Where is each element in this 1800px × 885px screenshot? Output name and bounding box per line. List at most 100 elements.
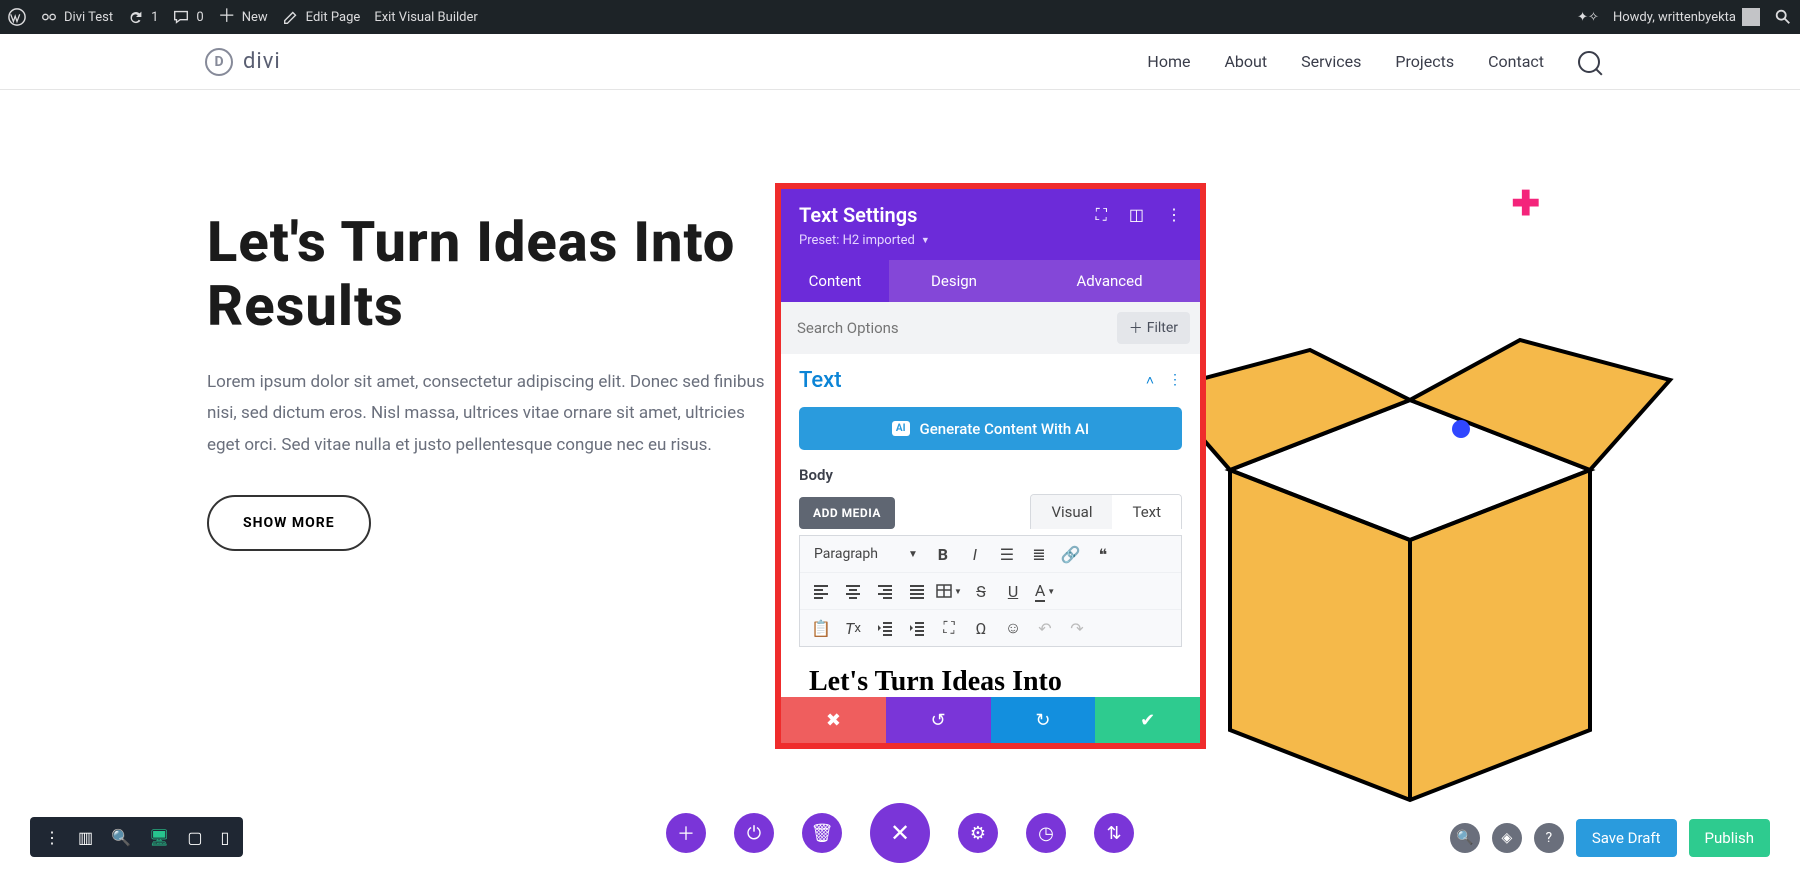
logo-mark-icon: D xyxy=(205,48,233,76)
editor-content[interactable]: Let's Turn Ideas Into xyxy=(799,647,1182,694)
link-icon[interactable]: 🔗 xyxy=(1056,540,1086,568)
panel-more-icon[interactable]: ⋮ xyxy=(1166,205,1182,225)
filter-button[interactable]: ＋ Filter xyxy=(1117,312,1190,344)
bold-icon[interactable]: B xyxy=(928,540,958,568)
exit-label: Exit Visual Builder xyxy=(374,10,477,25)
panel-preset[interactable]: Preset: H2 imported ▼ xyxy=(799,233,1182,248)
add-orb-button[interactable]: ＋ xyxy=(666,813,706,853)
align-right-icon[interactable] xyxy=(870,577,900,605)
tab-design[interactable]: Design xyxy=(889,260,1019,302)
ai-badge-icon: AI xyxy=(892,421,910,436)
publish-button[interactable]: Publish xyxy=(1689,819,1770,857)
admin-exit-vb[interactable]: Exit Visual Builder xyxy=(374,10,477,25)
number-list-icon[interactable]: ≣ xyxy=(1024,540,1054,568)
save-draft-button[interactable]: Save Draft xyxy=(1576,819,1677,857)
redo-icon[interactable]: ↷ xyxy=(1062,614,1092,642)
panel-accept-button[interactable]: ✔ xyxy=(1095,697,1200,743)
layers-circle-icon[interactable]: ◈ xyxy=(1492,823,1522,853)
paste-icon[interactable]: 📋 xyxy=(806,614,836,642)
admin-updates[interactable]: 1 xyxy=(127,8,158,26)
site-header: D divi Home About Services Projects Cont… xyxy=(0,34,1800,90)
dock-more-icon[interactable]: ⋮ xyxy=(44,828,60,847)
underline-icon[interactable]: U xyxy=(998,577,1028,605)
avatar xyxy=(1742,8,1760,26)
columns-icon[interactable]: ◫ xyxy=(1129,205,1144,225)
edit-label: Edit Page xyxy=(306,10,361,25)
indent-icon[interactable] xyxy=(902,614,932,642)
nav-about[interactable]: About xyxy=(1224,52,1267,71)
text-tab[interactable]: Text xyxy=(1112,495,1181,529)
wp-admin-bar: Divi Test 1 0 ＋ New Edit Page Exit Visua… xyxy=(0,0,1800,34)
phone-icon[interactable]: ▯ xyxy=(220,828,229,847)
nav-services[interactable]: Services xyxy=(1301,52,1361,71)
zoom-icon[interactable]: 🔍 xyxy=(111,828,131,847)
close-orb-button[interactable]: ✕ xyxy=(870,803,930,863)
nav-search-icon[interactable] xyxy=(1578,51,1600,73)
chevron-down-icon: ▼ xyxy=(921,235,930,246)
table-icon[interactable]: ▼ xyxy=(934,577,964,605)
admin-howdy[interactable]: Howdy, writtenbyekta xyxy=(1613,8,1760,26)
tab-advanced[interactable]: Advanced xyxy=(1019,260,1200,302)
power-orb-button[interactable]: ⏻ xyxy=(734,813,774,853)
trash-orb-button[interactable]: 🗑 xyxy=(802,813,842,853)
text-color-icon[interactable]: A▼ xyxy=(1030,577,1060,605)
admin-search-icon[interactable] xyxy=(1774,8,1792,26)
emoji-icon[interactable]: ☺ xyxy=(998,614,1028,642)
bullet-list-icon[interactable]: ☰ xyxy=(992,540,1022,568)
expand-icon[interactable]: ⛶ xyxy=(1096,205,1107,225)
italic-icon[interactable]: I xyxy=(960,540,990,568)
help-circle-icon[interactable]: ? xyxy=(1534,823,1564,853)
panel-title: Text Settings xyxy=(799,203,917,227)
desktop-icon[interactable]: 🖥 xyxy=(149,828,169,847)
clear-format-icon[interactable]: Tx xyxy=(838,614,868,642)
strikethrough-icon[interactable]: S xyxy=(966,577,996,605)
sort-orb-button[interactable]: ⇅ xyxy=(1094,813,1134,853)
page-title[interactable]: Let's Turn Ideas Into Results xyxy=(207,210,767,339)
hero-copy: Let's Turn Ideas Into Results Lorem ipsu… xyxy=(207,210,767,551)
site-name: Divi Test xyxy=(64,10,113,25)
tablet-icon[interactable]: ▢ xyxy=(187,828,202,847)
tab-content[interactable]: Content xyxy=(781,260,889,302)
align-justify-icon[interactable] xyxy=(902,577,932,605)
nav-home[interactable]: Home xyxy=(1147,52,1190,71)
panel-redo-button[interactable]: ↻ xyxy=(991,697,1096,743)
wp-logo-icon[interactable] xyxy=(8,8,26,26)
plus-icon: ＋ xyxy=(1129,318,1143,338)
updates-count: 1 xyxy=(151,10,158,25)
panel-cancel-button[interactable]: ✖ xyxy=(781,697,886,743)
show-more-button[interactable]: SHOW MORE xyxy=(207,495,371,551)
fullscreen-icon[interactable]: ⛶ xyxy=(934,614,964,642)
hero-body: Lorem ipsum dolor sit amet, consectetur … xyxy=(207,367,767,461)
admin-comments[interactable]: 0 xyxy=(172,8,203,26)
admin-edit-page[interactable]: Edit Page xyxy=(282,8,361,26)
wireframe-icon[interactable]: ▥ xyxy=(78,828,93,847)
quote-icon[interactable]: ❝ xyxy=(1088,540,1118,568)
builder-right-bar: 🔍 ◈ ? Save Draft Publish xyxy=(1450,819,1770,857)
collapse-icon[interactable]: ˄ xyxy=(1146,372,1154,389)
format-select[interactable]: Paragraph ▼ xyxy=(806,546,926,562)
history-orb-button[interactable]: ◷ xyxy=(1026,813,1066,853)
admin-new[interactable]: ＋ New xyxy=(218,8,268,26)
group-title[interactable]: Text xyxy=(799,368,842,393)
logo-text: divi xyxy=(243,49,281,74)
add-media-button[interactable]: ADD MEDIA xyxy=(799,497,895,529)
special-char-icon[interactable]: Ω xyxy=(966,614,996,642)
panel-body: ＋ Filter Text ˄ ⋮ AI Generate Content Wi… xyxy=(781,302,1200,694)
search-circle-icon[interactable]: 🔍 xyxy=(1450,823,1480,853)
outdent-icon[interactable] xyxy=(870,614,900,642)
align-center-icon[interactable] xyxy=(838,577,868,605)
ai-button-label: Generate Content With AI xyxy=(920,420,1090,438)
nav-projects[interactable]: Projects xyxy=(1395,52,1454,71)
group-more-icon[interactable]: ⋮ xyxy=(1168,372,1182,389)
generate-ai-button[interactable]: AI Generate Content With AI xyxy=(799,407,1182,450)
nav-contact[interactable]: Contact xyxy=(1488,52,1544,71)
visual-tab[interactable]: Visual xyxy=(1031,495,1112,529)
site-logo[interactable]: D divi xyxy=(205,48,281,76)
admin-site-link[interactable]: Divi Test xyxy=(40,8,113,26)
search-options-input[interactable] xyxy=(791,315,1117,341)
ai-sparkle-icon[interactable]: ✦✧ xyxy=(1577,10,1599,25)
undo-icon[interactable]: ↶ xyxy=(1030,614,1060,642)
align-left-icon[interactable] xyxy=(806,577,836,605)
settings-orb-button[interactable]: ⚙ xyxy=(958,813,998,853)
panel-undo-button[interactable]: ↺ xyxy=(886,697,991,743)
